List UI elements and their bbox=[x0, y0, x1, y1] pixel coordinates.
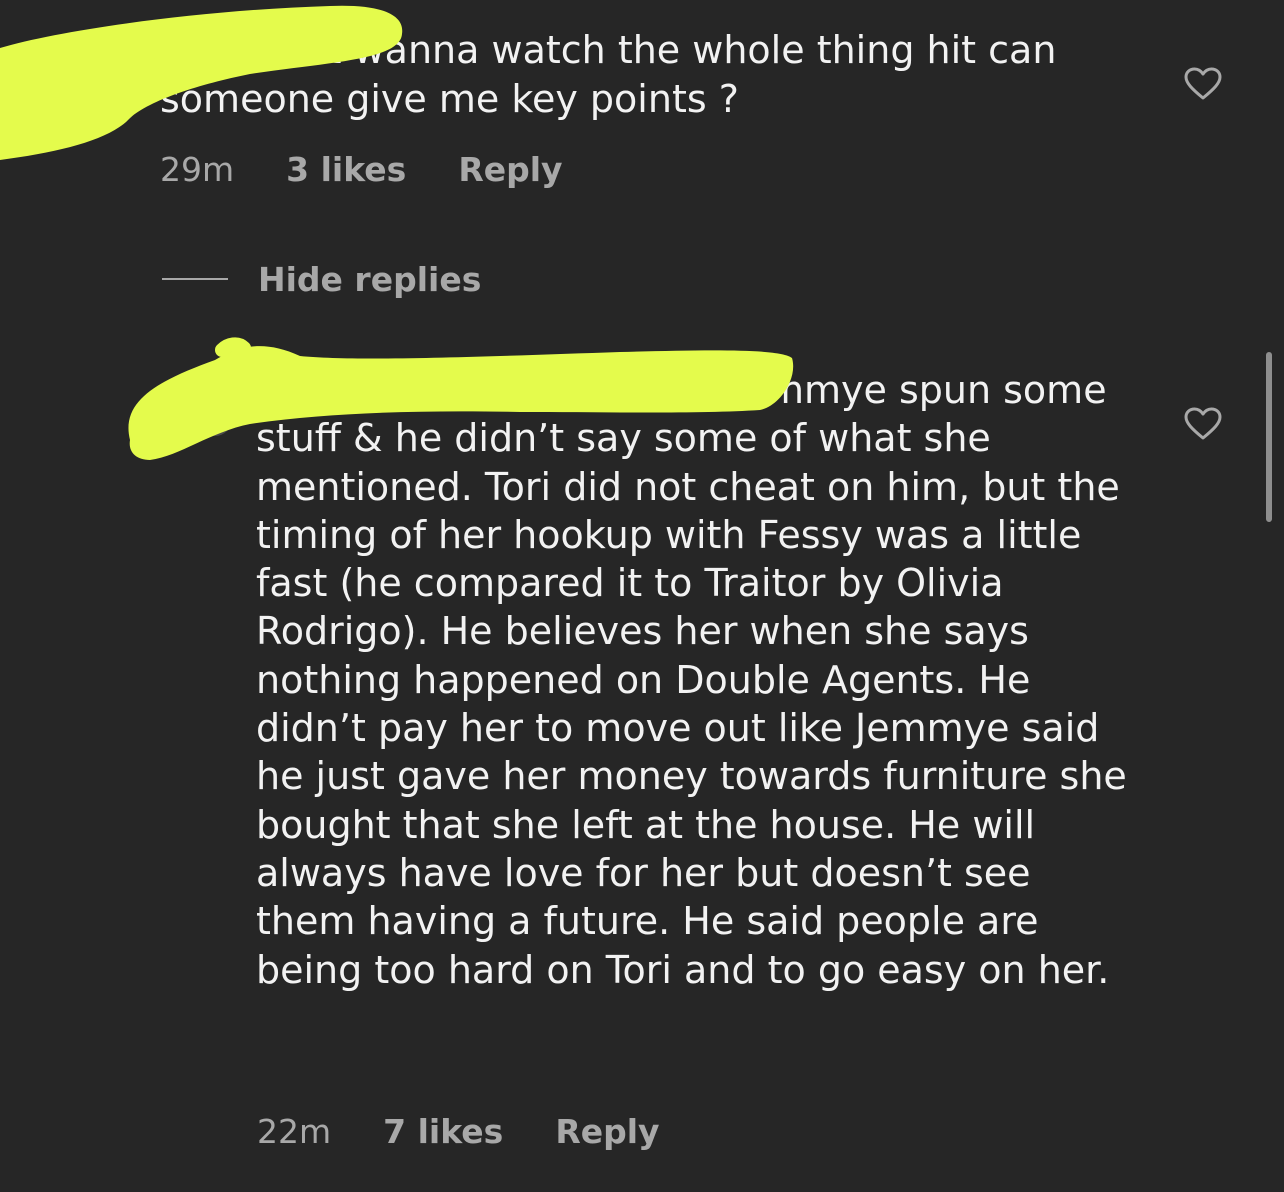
mention-link[interactable]: @bra3 bbox=[256, 368, 381, 412]
comment-likes[interactable]: 7 likes bbox=[383, 1112, 503, 1152]
heart-outline-icon[interactable] bbox=[1184, 407, 1222, 441]
hide-replies-label: Hide replies bbox=[258, 259, 482, 299]
comment-body: @bra3 He basically says Jemmye spun some… bbox=[256, 366, 1136, 994]
comment-meta: 22m 7 likes Reply bbox=[257, 1112, 660, 1152]
heart-outline-icon[interactable] bbox=[1184, 67, 1222, 101]
comment-time: 29m bbox=[160, 150, 235, 189]
comment-body: nje Don’t wanna watch the whole thing hi… bbox=[160, 26, 1150, 124]
comment: nje Don’t wanna watch the whole thing hi… bbox=[0, 0, 1284, 230]
comment-text: Don’t wanna watch the whole thing hit ca… bbox=[160, 28, 1069, 121]
reply-button[interactable]: Reply bbox=[555, 1112, 659, 1152]
comment-likes[interactable]: 3 likes bbox=[286, 150, 406, 190]
avatar[interactable] bbox=[198, 402, 232, 436]
avatar[interactable] bbox=[104, 90, 136, 122]
hide-replies-toggle[interactable]: Hide replies bbox=[162, 256, 481, 302]
comment-text: He basically says Jemmye spun some stuff… bbox=[256, 368, 1139, 992]
reply-button[interactable]: Reply bbox=[458, 150, 562, 190]
comments-screen: nje Don’t wanna watch the whole thing hi… bbox=[0, 0, 1284, 1192]
reply-comment: @bra3 He basically says Jemmye spun some… bbox=[0, 330, 1284, 1192]
divider bbox=[162, 278, 228, 280]
scrollbar[interactable] bbox=[1266, 352, 1272, 522]
comment-meta: 29m 3 likes Reply bbox=[160, 150, 563, 190]
comment-time: 22m bbox=[257, 1112, 332, 1151]
comment-username[interactable]: nje bbox=[160, 28, 226, 72]
